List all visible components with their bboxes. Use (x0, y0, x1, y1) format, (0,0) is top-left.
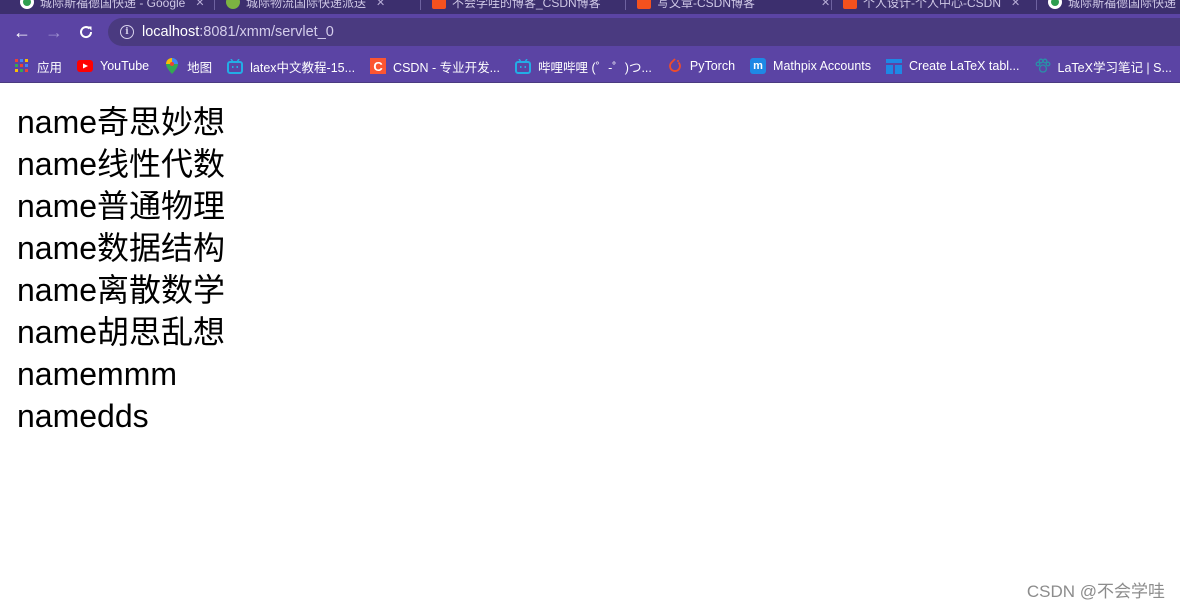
bilibili-icon (515, 58, 531, 74)
mathpix-icon: m (750, 58, 767, 74)
url-text[interactable]: localhost:8081/xmm/servlet_0 (142, 24, 334, 40)
url-path: :8081/xmm/servlet_0 (199, 24, 334, 40)
list-item: name普通物理 (17, 188, 226, 224)
forward-button[interactable]: → (42, 20, 66, 44)
tab[interactable]: 个人设计-个人中心-CSDN ✕ (843, 0, 1020, 12)
paw-icon (1035, 58, 1051, 74)
address-bar[interactable]: i localhost:8081/xmm/servlet_0 (108, 18, 1180, 46)
tab[interactable]: 城际斯福德国际快递 (1048, 0, 1176, 12)
tab-separator (831, 0, 832, 10)
bookmark-youtube[interactable]: YouTube (77, 58, 149, 74)
close-tab-icon[interactable]: ✕ (376, 0, 385, 9)
pytorch-icon (667, 58, 683, 74)
close-tab-icon[interactable]: ✕ (195, 0, 204, 9)
bookmark-latex-tutorial[interactable]: latex中文教程-15... (227, 57, 355, 76)
back-button[interactable]: ← (10, 20, 34, 44)
tab-separator (625, 0, 626, 10)
tab-separator (420, 0, 421, 10)
list-item: name奇思妙想 (17, 104, 226, 140)
tab[interactable]: 写文章-CSDN博客 ✕ (637, 0, 830, 12)
csdn-icon (432, 0, 446, 9)
list-item: namedds (17, 398, 149, 434)
bookmarks-bar: 应用 YouTube 地图 latex中文教程-15... C CSDN - 专… (0, 50, 1180, 82)
close-tab-icon[interactable]: ✕ (1011, 0, 1020, 9)
list-item: name离散数学 (17, 272, 226, 308)
tab-separator (214, 0, 215, 10)
url-host: localhost (142, 24, 200, 40)
csdn-icon (843, 0, 857, 9)
chrome-green-icon (1048, 0, 1062, 9)
bookmark-latex-notes[interactable]: LaTeX学习笔记 | S... (1035, 57, 1172, 76)
csdn-watermark: CSDN @不会学哇 (1026, 582, 1165, 601)
arrow-left-icon: ← (13, 21, 31, 42)
bookmark-bilibili[interactable]: 哔哩哔哩 (゜-゜)つ... (515, 57, 652, 76)
tab[interactable]: 不会学哇的博客_CSDN博客 (432, 0, 601, 12)
arrow-right-icon: → (45, 21, 63, 42)
csdn-icon (637, 0, 651, 9)
reload-button[interactable] (74, 20, 98, 44)
apps-grid-icon (14, 58, 30, 74)
list-item: name线性代数 (17, 146, 226, 182)
bookmark-maps[interactable]: 地图 (164, 57, 212, 76)
bilibili-icon (227, 58, 244, 74)
list-item: name数据结构 (17, 230, 226, 266)
youtube-icon (77, 58, 94, 74)
bookmark-mathpix[interactable]: m Mathpix Accounts (750, 58, 871, 74)
browser-toolbar: ← → i localhost:8081/xmm/servlet_0 (0, 14, 1180, 50)
csdn-icon: C (370, 58, 387, 74)
tab[interactable]: 城际物流国际快递派送 ✕ (226, 0, 385, 12)
tab-separator (1036, 0, 1037, 10)
tab[interactable]: 城际斯福德国快递 - Google ✕ (20, 0, 205, 12)
info-icon[interactable]: i (120, 25, 134, 39)
tab-strip: 城际斯福德国快递 - Google ✕ 城际物流国际快递派送 ✕ 不会学哇的博客… (0, 0, 1180, 14)
maps-pin-icon (164, 58, 180, 74)
table-icon (886, 58, 903, 74)
lime-leaf-icon (226, 0, 240, 9)
list-item: namemmm (17, 356, 178, 392)
bookmark-pytorch[interactable]: PyTorch (667, 58, 735, 74)
page-content: name奇思妙想 name线性代数 name普通物理 name数据结构 name… (17, 101, 225, 437)
close-tab-icon[interactable]: ✕ (821, 0, 830, 9)
list-item: name胡思乱想 (17, 314, 226, 350)
bookmark-csdn[interactable]: C CSDN - 专业开发... (370, 57, 500, 76)
reload-icon (80, 26, 93, 39)
bookmark-apps[interactable]: 应用 (14, 57, 62, 76)
bookmark-create-latex-table[interactable]: Create LaTeX tabl... (886, 58, 1020, 74)
chrome-green-icon (20, 0, 34, 9)
toolbar-divider (0, 82, 1180, 83)
